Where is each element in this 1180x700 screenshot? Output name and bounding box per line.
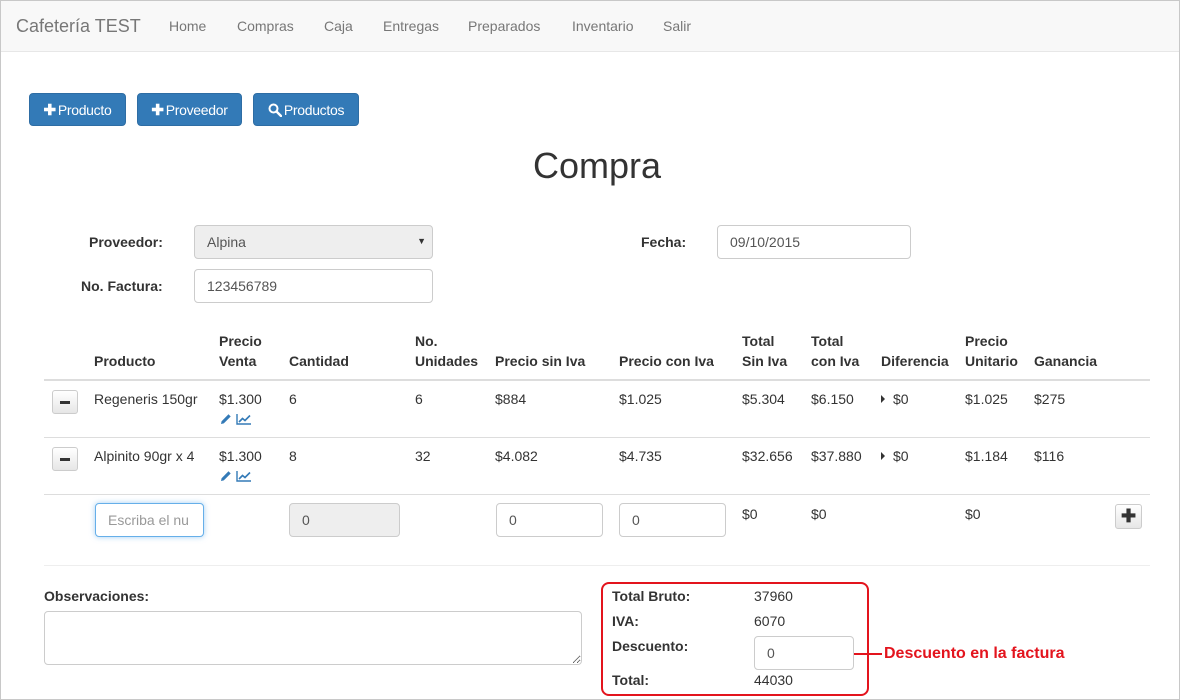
nav-salir[interactable]: Salir (663, 18, 691, 34)
cell-unidades: 32 (415, 448, 431, 464)
nav-preparados[interactable]: Preparados (468, 18, 540, 34)
pencil-icon[interactable] (220, 412, 232, 428)
cell-ganancia: $275 (1034, 391, 1066, 407)
cell-precio-venta: $1.300 (219, 391, 262, 407)
page-title: Compra (532, 145, 662, 186)
cell-total-sin: $32.656 (742, 448, 793, 464)
th-unidades: No. Unidades (415, 333, 479, 369)
fecha-value: 09/10/2015 (730, 234, 801, 250)
search-productos-label: Productos (283, 101, 345, 118)
cell-diferencia[interactable]: $0 (881, 448, 909, 464)
new-sin-iva-value: 0 (509, 512, 517, 528)
annotation-highlight-box (601, 582, 869, 696)
search-productos-button[interactable]: Productos (253, 93, 359, 126)
annotation-text: Descuento en la factura (884, 645, 1065, 662)
observaciones-textarea[interactable] (44, 611, 582, 665)
minus-icon (60, 457, 70, 461)
remove-row-button[interactable] (52, 447, 78, 471)
add-row-button[interactable]: ✚ (1115, 504, 1142, 529)
cell-total-con: $37.880 (811, 448, 862, 464)
new-cantidad-value: 0 (302, 512, 310, 528)
cell-unitario: $1.025 (965, 391, 1008, 407)
cell-producto: Alpinito 90gr x 4 (94, 448, 195, 464)
cell-con-iva: $1.025 (619, 391, 662, 407)
factura-value: 123456789 (207, 278, 278, 294)
caret-down-icon: ▼ (417, 236, 426, 246)
factura-input[interactable]: 123456789 (194, 269, 433, 303)
cell-cantidad: 8 (289, 448, 297, 464)
th-precio-unitario: Precio Unitario (965, 333, 1018, 369)
annotation-connector (854, 653, 882, 655)
pencil-icon[interactable] (220, 469, 232, 485)
search-icon (268, 103, 282, 117)
remove-row-button[interactable] (52, 390, 78, 414)
fecha-input[interactable]: 09/10/2015 (717, 225, 911, 259)
plus-icon: ✚ (43, 101, 57, 119)
cell-unitario: $1.184 (965, 448, 1008, 464)
th-precio-venta: Precio Venta (219, 333, 262, 369)
cell-con-iva: $4.735 (619, 448, 662, 464)
th-producto: Producto (94, 353, 156, 369)
proveedor-label: Proveedor: (89, 234, 163, 250)
caret-right-icon (881, 395, 885, 403)
th-ganancia: Ganancia (1034, 353, 1098, 369)
chart-line-icon[interactable] (236, 412, 252, 428)
factura-label: No. Factura: (81, 278, 163, 294)
new-unitario: $0 (965, 506, 981, 522)
brand[interactable]: Cafetería TEST (16, 16, 141, 37)
cell-producto: Regeneris 150gr (94, 391, 198, 407)
new-producto-placeholder: Escriba el nu (108, 512, 189, 528)
proveedor-select[interactable]: Alpina ▼ (194, 225, 433, 259)
add-proveedor-label: Proveedor (165, 101, 228, 118)
caret-right-icon (881, 452, 885, 460)
minus-icon (60, 400, 70, 404)
new-con-iva-input[interactable]: 0 (619, 503, 726, 537)
proveedor-value: Alpina (207, 234, 246, 250)
add-producto-label: Producto (57, 101, 112, 118)
add-proveedor-button[interactable]: ✚ Proveedor (137, 93, 242, 126)
cell-unidades: 6 (415, 391, 423, 407)
new-total-con: $0 (811, 506, 827, 522)
row-divider (44, 437, 1150, 438)
th-cantidad: Cantidad (289, 353, 349, 369)
cell-sin-iva: $4.082 (495, 448, 538, 464)
plus-icon: ✚ (151, 101, 164, 119)
th-total-con-iva: Total con Iva (811, 333, 860, 369)
new-sin-iva-input[interactable]: 0 (496, 503, 603, 537)
cell-diferencia[interactable]: $0 (881, 391, 909, 407)
plus-icon: ✚ (1120, 506, 1137, 526)
nav-home[interactable]: Home (169, 18, 206, 34)
nav-caja[interactable]: Caja (324, 18, 353, 34)
cell-precio-venta: $1.300 (219, 448, 262, 464)
th-diferencia: Diferencia (881, 353, 949, 369)
nav-entregas[interactable]: Entregas (383, 18, 439, 34)
cell-total-sin: $5.304 (742, 391, 785, 407)
th-precio-sin-iva: Precio sin Iva (495, 353, 586, 369)
header-divider (44, 379, 1150, 381)
new-producto-input[interactable]: Escriba el nu (95, 503, 204, 537)
section-divider (44, 565, 1150, 566)
cell-total-con: $6.150 (811, 391, 854, 407)
fecha-label: Fecha: (641, 234, 687, 250)
add-producto-button[interactable]: ✚ Producto (29, 93, 126, 126)
navbar: Cafetería TEST Home Compras Caja Entrega… (1, 1, 1179, 52)
row-divider (44, 494, 1150, 495)
new-cantidad-input[interactable]: 0 (289, 503, 400, 537)
cell-cantidad: 6 (289, 391, 297, 407)
nav-inventario[interactable]: Inventario (572, 18, 633, 34)
chart-line-icon[interactable] (236, 469, 252, 485)
observaciones-label: Observaciones: (44, 588, 150, 604)
new-total-sin: $0 (742, 506, 758, 522)
th-precio-con-iva: Precio con Iva (619, 353, 714, 369)
new-con-iva-value: 0 (632, 512, 640, 528)
th-total-sin-iva: Total Sin Iva (742, 333, 788, 369)
nav-compras[interactable]: Compras (237, 18, 294, 34)
cell-ganancia: $116 (1034, 448, 1065, 464)
cell-sin-iva: $884 (495, 391, 527, 407)
